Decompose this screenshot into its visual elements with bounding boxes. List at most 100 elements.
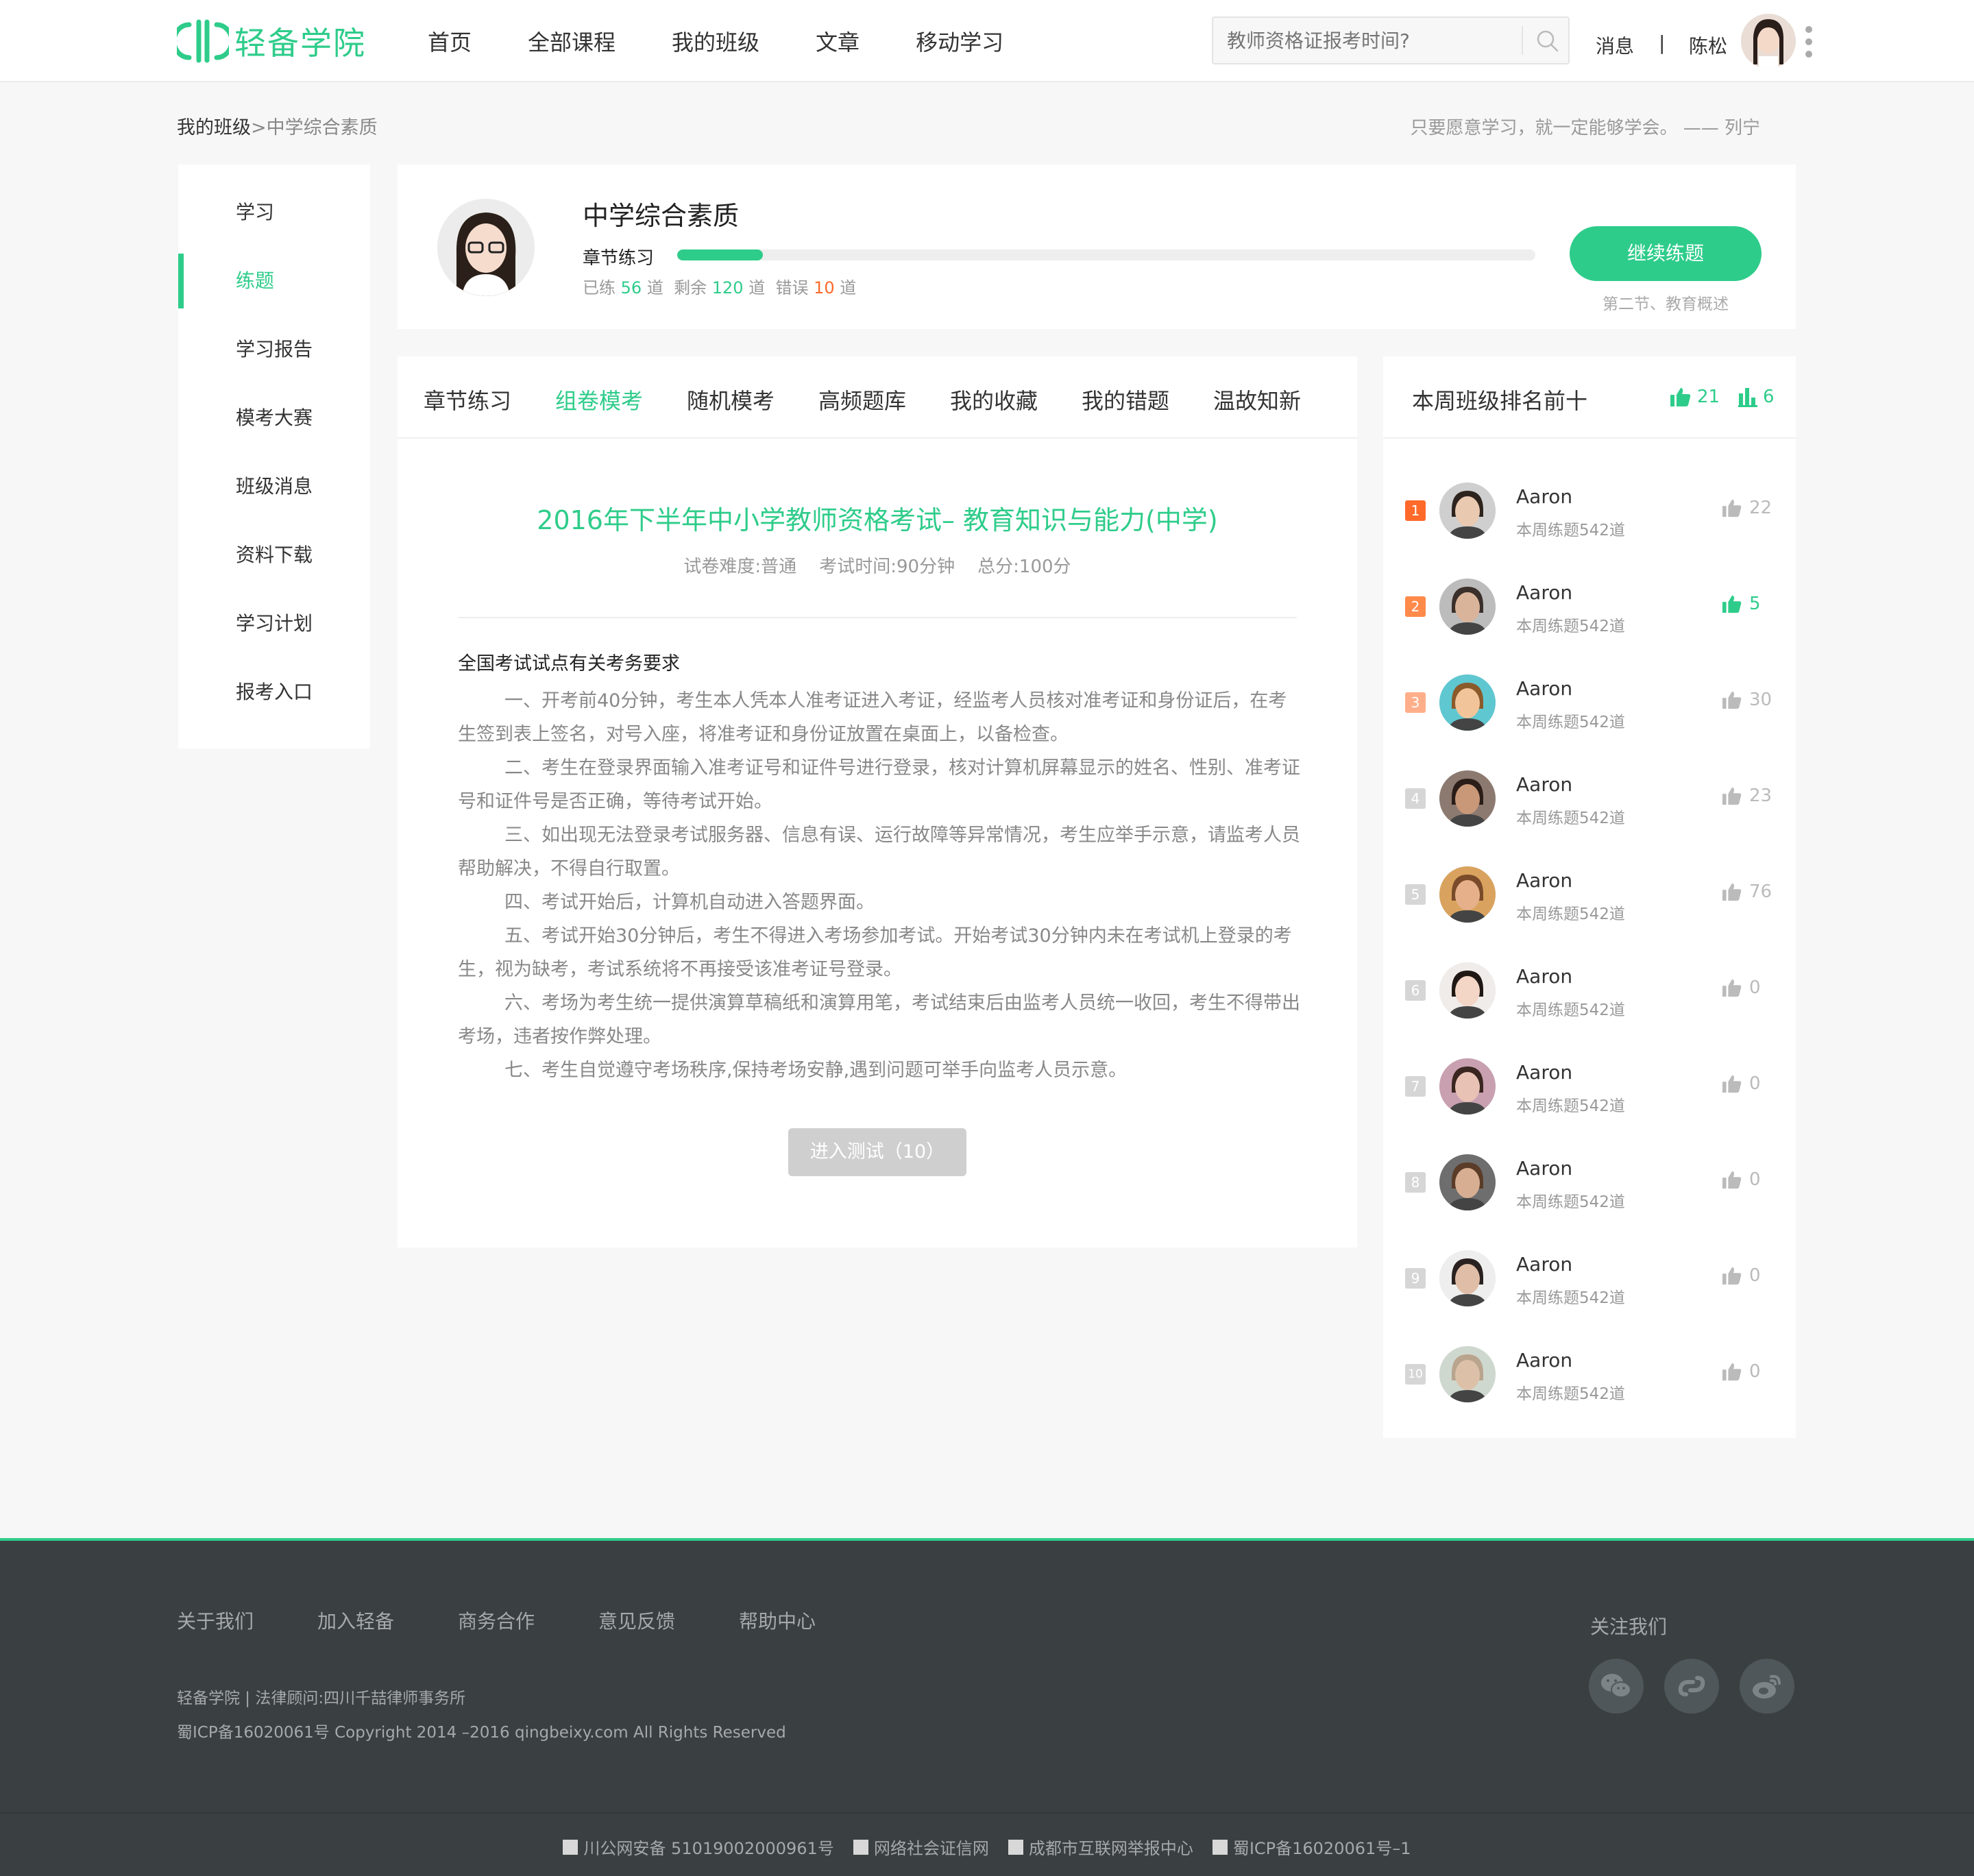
footer-badge-network[interactable]: 网络社会证信网 bbox=[853, 1835, 989, 1859]
nav-mobile-learning[interactable]: 移动学习 bbox=[916, 25, 1003, 57]
like-button[interactable]: 0 bbox=[1722, 977, 1761, 998]
messages-link[interactable]: 消息 bbox=[1596, 32, 1634, 59]
avatar[interactable] bbox=[1439, 1154, 1496, 1210]
ranking-name[interactable]: Aaron bbox=[1516, 965, 1572, 988]
ranking-row[interactable]: 4 Aaron 本周练题542道 23 bbox=[1383, 747, 1796, 843]
nav-articles[interactable]: 文章 bbox=[816, 25, 860, 57]
wrong-label: 错误 bbox=[775, 278, 809, 297]
user-avatar[interactable] bbox=[1741, 14, 1796, 69]
avatar[interactable] bbox=[1439, 578, 1496, 635]
username-link[interactable]: 陈松 bbox=[1689, 32, 1727, 59]
brand-logo[interactable]: 轻备学院 bbox=[171, 16, 366, 66]
ranking-name[interactable]: Aaron bbox=[1516, 581, 1572, 604]
avatar[interactable] bbox=[1439, 866, 1496, 923]
ranking-name[interactable]: Aaron bbox=[1516, 869, 1572, 892]
ranking-name[interactable]: Aaron bbox=[1516, 773, 1572, 796]
like-button[interactable]: 0 bbox=[1722, 1073, 1761, 1094]
ranking-row[interactable]: 9 Aaron 本周练题542道 0 bbox=[1383, 1227, 1796, 1323]
avatar[interactable] bbox=[1439, 962, 1496, 1019]
avatar[interactable] bbox=[1439, 770, 1496, 827]
ranking-row[interactable]: 7 Aaron 本周练题542道 0 bbox=[1383, 1035, 1796, 1131]
thumbs-up-icon bbox=[1670, 388, 1691, 406]
ranking-name[interactable]: Aaron bbox=[1516, 485, 1572, 508]
nav-my-class[interactable]: 我的班级 bbox=[672, 25, 759, 57]
like-button[interactable]: 23 bbox=[1722, 785, 1772, 806]
tab-favorites[interactable]: 我的收藏 bbox=[950, 384, 1038, 415]
tab-random-exam[interactable]: 随机模考 bbox=[687, 384, 775, 415]
footer-badge-icp[interactable]: 蜀ICP备16020061号–1 bbox=[1212, 1835, 1411, 1859]
enter-test-button[interactable]: 进入测试（10） bbox=[788, 1128, 966, 1176]
like-count: 0 bbox=[1749, 977, 1761, 998]
ranking-row[interactable]: 6 Aaron 本周练题542道 0 bbox=[1383, 939, 1796, 1035]
sidebar: 学习 练题 学习报告 模考大赛 班级消息 资料下载 学习计划 报考入口 bbox=[178, 165, 370, 748]
like-button[interactable]: 5 bbox=[1722, 594, 1761, 614]
ranking-name[interactable]: Aaron bbox=[1516, 1349, 1572, 1372]
search-input[interactable] bbox=[1213, 18, 1515, 63]
footer-badge-police[interactable]: 川公网安备 51019002000961号 bbox=[563, 1835, 834, 1859]
avatar[interactable] bbox=[1439, 1346, 1496, 1402]
sidebar-item-downloads[interactable]: 资料下载 bbox=[178, 528, 370, 583]
tab-review[interactable]: 温故知新 bbox=[1213, 384, 1301, 415]
notice-title: 全国考试试点有关考务要求 bbox=[458, 653, 680, 674]
follow-us-label: 关注我们 bbox=[1590, 1616, 1668, 1638]
like-button[interactable]: 0 bbox=[1722, 1361, 1761, 1382]
more-menu-icon[interactable] bbox=[1805, 26, 1814, 59]
ranking-likes-count: 21 bbox=[1697, 387, 1720, 407]
sidebar-item-class-news[interactable]: 班级消息 bbox=[178, 459, 370, 514]
footer-link-feedback[interactable]: 意见反馈 bbox=[598, 1607, 675, 1634]
like-button[interactable]: 30 bbox=[1722, 690, 1772, 710]
ranking-row[interactable]: 10 Aaron 本周练题542道 0 bbox=[1383, 1323, 1796, 1419]
wechat-icon[interactable] bbox=[1589, 1659, 1644, 1714]
ranking-weekly-count: 本周练题542道 bbox=[1516, 1385, 1625, 1403]
tab-wrong-questions[interactable]: 我的错题 bbox=[1082, 384, 1169, 415]
weibo-icon[interactable] bbox=[1740, 1659, 1794, 1714]
continue-practice-button[interactable]: 继续练题 bbox=[1570, 226, 1762, 281]
exam-duration: 考试时间:90分钟 bbox=[819, 557, 955, 577]
avatar[interactable] bbox=[1439, 483, 1496, 539]
ranking-name[interactable]: Aaron bbox=[1516, 1157, 1572, 1180]
motto-quote: 只要愿意学习，就一定能够学会。 —— 列宁 bbox=[1410, 118, 1760, 138]
like-button[interactable]: 0 bbox=[1722, 1169, 1761, 1190]
tab-chapter-practice[interactable]: 章节练习 bbox=[424, 384, 511, 415]
sidebar-item-register[interactable]: 报考入口 bbox=[178, 665, 370, 720]
nav-all-courses[interactable]: 全部课程 bbox=[528, 25, 616, 57]
notice-body: 一、开考前40分钟，考生本人凭本人准考证进入考证，经监考人员核对准考证和身份证后… bbox=[458, 684, 1302, 1087]
avatar[interactable] bbox=[1439, 674, 1496, 731]
footer-link-help[interactable]: 帮助中心 bbox=[739, 1607, 816, 1634]
sidebar-item-practice[interactable]: 练题 bbox=[178, 254, 370, 308]
sidebar-item-study[interactable]: 学习 bbox=[178, 185, 370, 240]
ranking-weekly-count: 本周练题542道 bbox=[1516, 522, 1625, 539]
footer-link-join[interactable]: 加入轻备 bbox=[317, 1607, 394, 1634]
ranking-name[interactable]: Aaron bbox=[1516, 677, 1572, 700]
sidebar-item-mock-contest[interactable]: 模考大赛 bbox=[178, 391, 370, 446]
ranking-row[interactable]: 1 Aaron 本周练题542道 22 bbox=[1383, 459, 1796, 555]
breadcrumb-parent[interactable]: 我的班级 bbox=[177, 117, 251, 138]
avatar[interactable] bbox=[1439, 1250, 1496, 1306]
ranking-row[interactable]: 2 Aaron 本周练题542道 5 bbox=[1383, 555, 1796, 651]
sidebar-item-plan[interactable]: 学习计划 bbox=[178, 596, 370, 651]
main-nav: 首页 全部课程 我的班级 文章 移动学习 bbox=[428, 0, 1060, 82]
link-icon[interactable] bbox=[1664, 1659, 1719, 1714]
nav-home[interactable]: 首页 bbox=[428, 25, 472, 57]
ranking-row[interactable]: 3 Aaron 本周练题542道 30 bbox=[1383, 651, 1796, 747]
like-button[interactable]: 76 bbox=[1722, 881, 1772, 902]
breadcrumb-current: 中学综合素质 bbox=[266, 117, 378, 138]
footer-link-business[interactable]: 商务合作 bbox=[458, 1607, 535, 1634]
exam-total-score: 总分:100分 bbox=[977, 557, 1071, 577]
tab-mock-exam[interactable]: 组卷模考 bbox=[555, 384, 643, 415]
like-button[interactable]: 22 bbox=[1722, 498, 1772, 518]
ranking-likes: 21 bbox=[1670, 387, 1720, 407]
ranking-name[interactable]: Aaron bbox=[1516, 1061, 1572, 1084]
ranking-name[interactable]: Aaron bbox=[1516, 1253, 1572, 1276]
ranking-row[interactable]: 8 Aaron 本周练题542道 0 bbox=[1383, 1131, 1796, 1227]
avatar[interactable] bbox=[1439, 1058, 1496, 1114]
search-icon[interactable] bbox=[1535, 29, 1560, 53]
like-button[interactable]: 0 bbox=[1722, 1265, 1761, 1286]
footer-link-about[interactable]: 关于我们 bbox=[177, 1607, 254, 1634]
sidebar-item-report[interactable]: 学习报告 bbox=[178, 322, 370, 377]
footer-badge-report[interactable]: 成都市互联网举报中心 bbox=[1008, 1835, 1193, 1859]
divider bbox=[458, 617, 1297, 618]
thumbs-up-icon bbox=[1722, 499, 1742, 517]
ranking-row[interactable]: 5 Aaron 本周练题542道 76 bbox=[1383, 843, 1796, 939]
tab-frequent-questions[interactable]: 高频题库 bbox=[818, 384, 906, 415]
